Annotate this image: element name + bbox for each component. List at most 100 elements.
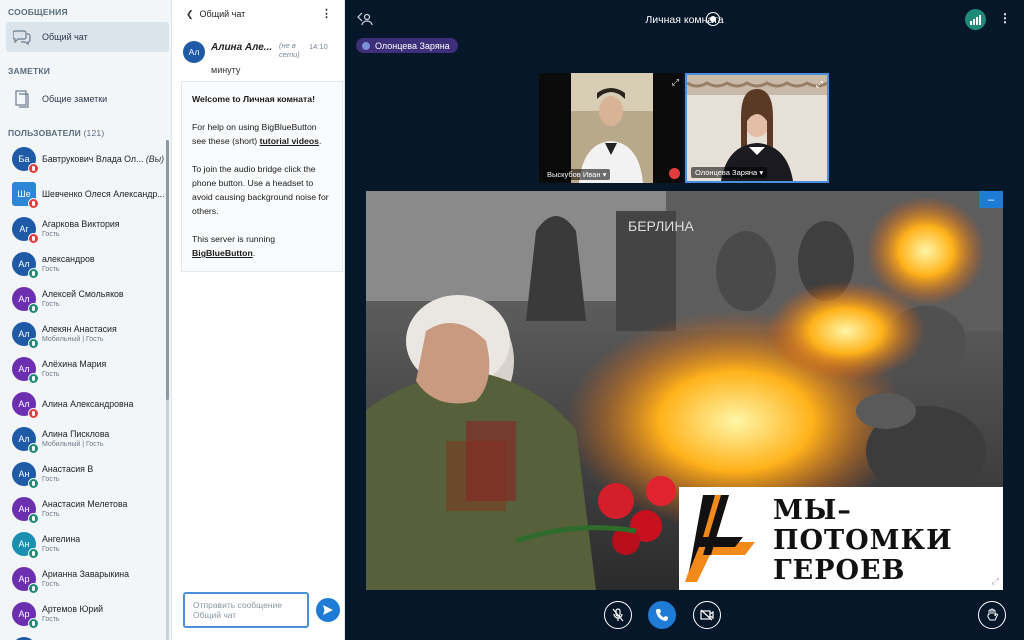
- user-name-text: Анастасия В: [42, 464, 94, 474]
- user-list-item[interactable]: Ал александров Гость: [0, 246, 167, 281]
- user-list-item[interactable]: Ал Алекян Анастасия Мобильный | Гость: [0, 316, 167, 351]
- user-name: Шевченко Олеся Александр...: [42, 189, 167, 199]
- avatar: Ал: [12, 251, 39, 279]
- welcome-server: This server is running BigBlueButton.: [192, 232, 332, 260]
- user-list-item[interactable]: Ар Арианна Заварыкина Гость: [0, 561, 167, 596]
- user-info: Алина Писклова Мобильный | Гость: [42, 429, 167, 448]
- avatar: Ар: [12, 636, 36, 640]
- user-name: Арианна Заварыкина: [42, 569, 167, 579]
- avatar-initials: Ал: [18, 258, 30, 269]
- microphone-off-icon: [28, 232, 39, 244]
- user-list-item[interactable]: Ше Шевченко Олеся Александр...: [0, 176, 167, 211]
- video-tile[interactable]: Олонцева Заряна ▾ ⤢: [685, 73, 829, 183]
- notes-icon: [12, 89, 32, 109]
- user-list-item[interactable]: Ал Алина Александровна: [0, 386, 167, 421]
- user-name-text: Алёхина Мария: [42, 359, 107, 369]
- user-role: Гость: [42, 511, 60, 518]
- user-role: Гость: [42, 476, 60, 483]
- avatar-initials: Ал: [18, 433, 30, 444]
- chat-message-input[interactable]: Отправить сообщение Общий чат: [183, 592, 309, 628]
- user-list-item[interactable]: Ал Алина Писклова Мобильный | Гость: [0, 421, 167, 456]
- shared-notes-item[interactable]: Общие заметки: [6, 84, 169, 114]
- headset-icon: [28, 337, 39, 349]
- raise-hand-icon[interactable]: [978, 601, 1006, 629]
- avatar: Аг: [12, 216, 39, 244]
- user-info: Алексей Смольяков Гость: [42, 289, 167, 308]
- welcome-message: Welcome to Личная комната! For help on u…: [181, 81, 343, 272]
- user-name: Артемов Юрий: [42, 604, 167, 614]
- expand-icon[interactable]: ⤢: [672, 77, 679, 88]
- public-chat-label: Общий чат: [42, 32, 88, 42]
- user-list-panel: СООБЩЕНИЯ Общий чат ЗАМЕТКИ Общие заметк…: [0, 0, 172, 640]
- svg-text:БЕРЛИНА: БЕРЛИНА: [628, 218, 694, 234]
- user-list-item[interactable]: Ба Бавтрукович Влада Ол... (Вы): [0, 141, 167, 176]
- user-info: Анастасия Мелетова Гость: [42, 499, 167, 518]
- chat-options-kebab-icon[interactable]: ⋮: [321, 7, 332, 20]
- chat-header[interactable]: ❮ Общий чат: [172, 0, 344, 28]
- microphone-off-icon[interactable]: [604, 601, 632, 629]
- user-name-text: александров: [42, 254, 95, 264]
- user-list-item[interactable]: Ан Ангелина Гость: [0, 526, 167, 561]
- welcome-help: For help on using BigBlueButton see thes…: [192, 120, 332, 148]
- avatar-initials: Ал: [18, 293, 30, 304]
- avatar-initials: Ал: [18, 328, 30, 339]
- presentation-area: Личная комната ⋮ Олонцева Заряна Выскубо…: [345, 0, 1024, 640]
- user-name-text: Агаркова Виктория: [42, 219, 120, 229]
- video-user-name: Выскубов Иван ▾: [543, 169, 611, 180]
- microphone-off-icon: [28, 197, 39, 209]
- avatar-initials: Ал: [18, 363, 30, 374]
- message-sender: Алина Але...: [211, 42, 273, 53]
- avatar: Ал: [12, 356, 39, 384]
- avatar: Ал: [183, 41, 205, 63]
- you-label: (Вы): [145, 153, 165, 164]
- user-info: Агаркова Виктория Гость: [42, 219, 167, 238]
- avatar-initials: Ба: [18, 153, 30, 164]
- user-name: Бавтрукович Влада Ол... (Вы): [42, 154, 167, 164]
- user-role: Гость: [42, 266, 60, 273]
- user-list-item[interactable]: АрАртур: [0, 631, 167, 640]
- phone-icon[interactable]: [648, 601, 676, 629]
- options-kebab-icon[interactable]: ⋮: [999, 11, 1011, 25]
- video-tile[interactable]: Выскубов Иван ▾ ⤢: [539, 73, 683, 183]
- public-chat-item[interactable]: Общий чат: [6, 22, 169, 52]
- record-icon[interactable]: [706, 12, 720, 26]
- welcome-help-end: .: [318, 136, 322, 146]
- user-role: Гость: [42, 371, 60, 378]
- send-message-button[interactable]: [316, 598, 340, 622]
- users-count: (121): [83, 128, 105, 138]
- user-role: Гость: [42, 581, 60, 588]
- headset-icon: [28, 512, 39, 524]
- message-text: минуту: [211, 65, 241, 75]
- avatar-initials: Ше: [17, 188, 31, 199]
- user-info: Анастасия В Гость: [42, 464, 167, 483]
- tutorial-videos-link[interactable]: tutorial videos: [260, 136, 319, 146]
- user-list-item[interactable]: Ан Анастасия В Гость: [0, 456, 167, 491]
- headset-icon: [28, 617, 39, 629]
- chevron-left-icon[interactable]: ❮: [186, 9, 194, 20]
- user-role: Гость: [42, 231, 60, 238]
- fullscreen-icon[interactable]: ⤢: [992, 576, 999, 587]
- user-name: Алёхина Мария: [42, 359, 167, 369]
- user-list-scrollbar-thumb[interactable]: [166, 140, 169, 400]
- bigbluebutton-link[interactable]: BigBlueButton: [192, 248, 253, 258]
- user-name-text: Бавтрукович Влада Ол...: [42, 153, 144, 164]
- user-list-item[interactable]: Ар Артемов Юрий Гость: [0, 596, 167, 631]
- avatar: Ал: [12, 426, 39, 454]
- send-icon: [323, 605, 333, 615]
- user-list-item[interactable]: Ал Алёхина Мария Гость: [0, 351, 167, 386]
- user-list-item[interactable]: Ал Алексей Смольяков Гость: [0, 281, 167, 316]
- chat-title: Общий чат: [199, 9, 246, 19]
- minimize-presentation-button[interactable]: –: [979, 191, 1003, 208]
- welcome-title: Welcome to Личная комната!: [192, 94, 315, 104]
- caption-line-2: ПОТОМКИ: [773, 525, 953, 556]
- user-list: Ба Бавтрукович Влада Ол... (Вы) Ше Шевченко…: [0, 141, 167, 640]
- user-list-item[interactable]: Аг Агаркова Виктория Гость: [0, 211, 167, 246]
- camera-off-icon[interactable]: [693, 601, 721, 629]
- user-list-item[interactable]: Ан Анастасия Мелетова Гость: [0, 491, 167, 526]
- headset-icon: [28, 267, 39, 279]
- expand-icon[interactable]: ⤢: [816, 79, 823, 90]
- presentation-slide[interactable]: БЕРЛИНА МЫ– ПОТОМКИ ГЕРОЕВ – ⤢: [366, 191, 1003, 590]
- connection-status-icon[interactable]: [965, 9, 986, 30]
- talking-indicator[interactable]: Олонцева Заряна: [356, 38, 458, 53]
- user-info: Шевченко Олеся Александр...: [42, 189, 167, 199]
